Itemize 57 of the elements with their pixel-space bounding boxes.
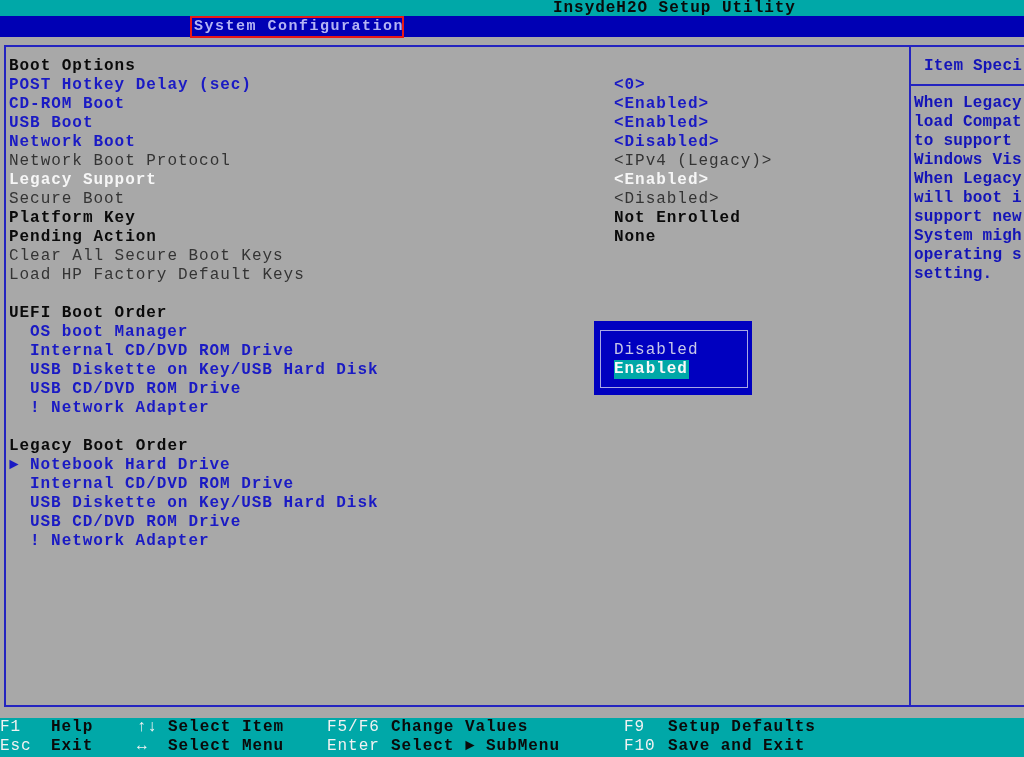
help-text-line: setting. <box>914 265 993 283</box>
key-label: F9 <box>624 718 646 736</box>
key-action: Select Menu <box>168 737 285 755</box>
setting-label[interactable]: POST Hotkey Delay (sec) <box>9 76 252 94</box>
boot-device-marker: ► <box>9 456 20 474</box>
popup-option[interactable]: Enabled <box>614 360 689 379</box>
boot-device-item[interactable]: Notebook Hard Drive <box>30 456 231 475</box>
key-label: Enter <box>327 737 380 755</box>
popup-option[interactable]: Disabled <box>614 341 700 360</box>
setting-label[interactable]: CD-ROM Boot <box>9 95 126 113</box>
setting-value[interactable]: <Disabled> <box>614 133 720 152</box>
boot-device-item[interactable]: Internal CD/DVD ROM Drive <box>30 342 295 361</box>
boot-device-item[interactable]: USB CD/DVD ROM Drive <box>30 380 242 399</box>
help-text-line: support new <box>914 208 1022 226</box>
key-action: Select Item <box>168 718 285 736</box>
help-text-line: Windows Vis <box>914 151 1022 169</box>
section-heading: Legacy Boot Order <box>9 437 189 456</box>
help-text-line: will boot i <box>914 189 1022 207</box>
help-text-line: load Compat <box>914 113 1022 131</box>
setting-value[interactable]: <Enabled> <box>614 95 710 114</box>
section-heading: Boot Options <box>9 57 136 76</box>
key-label: F1 <box>0 718 22 736</box>
help-text-line: When Legacy <box>914 170 1022 188</box>
key-label: F10 <box>624 737 656 755</box>
setting-label: Pending Action <box>9 228 157 246</box>
setting-value[interactable]: <0> <box>614 76 646 95</box>
key-action: Help <box>51 718 94 736</box>
boot-device-item[interactable]: ! Network Adapter <box>30 532 210 551</box>
key-action: Change Values <box>391 718 529 736</box>
boot-device-item[interactable]: Internal CD/DVD ROM Drive <box>30 475 295 494</box>
setting-label: Platform Key <box>9 209 136 227</box>
key-action: Select ► SubMenu <box>391 737 560 755</box>
boot-device-item[interactable]: USB Diskette on Key/USB Hard Disk <box>30 361 379 380</box>
key-label: Esc <box>0 737 32 755</box>
section-heading: UEFI Boot Order <box>9 304 168 323</box>
app-title: InsydeH2O Setup Utility <box>553 0 796 17</box>
key-action: Save and Exit <box>668 737 806 755</box>
help-text-line: operating s <box>914 246 1022 264</box>
key-action: Setup Defaults <box>668 718 816 736</box>
setting-value: None <box>614 228 657 247</box>
key-label: F5/F6 <box>327 718 380 736</box>
menu-tab[interactable]: System Configuration <box>190 16 404 38</box>
boot-device-item[interactable]: ! Network Adapter <box>30 399 210 418</box>
setting-value[interactable]: <Enabled> <box>614 114 710 133</box>
setting-label[interactable]: USB Boot <box>9 114 94 132</box>
setting-label[interactable]: Network Boot <box>9 133 136 151</box>
help-text-line: When Legacy <box>914 94 1022 112</box>
help-text-line: System migh <box>914 227 1022 245</box>
help-text-line: to support <box>914 132 1012 150</box>
boot-device-item[interactable]: USB Diskette on Key/USB Hard Disk <box>30 494 379 513</box>
key-action: Exit <box>51 737 94 755</box>
boot-device-item[interactable]: OS boot Manager <box>30 323 189 342</box>
help-title: Item Speci <box>924 57 1022 75</box>
key-label: ↑↓ <box>137 718 159 736</box>
setting-value: Not Enrolled <box>614 209 741 228</box>
key-label: ↔ <box>137 737 148 755</box>
boot-device-item[interactable]: USB CD/DVD ROM Drive <box>30 513 242 532</box>
